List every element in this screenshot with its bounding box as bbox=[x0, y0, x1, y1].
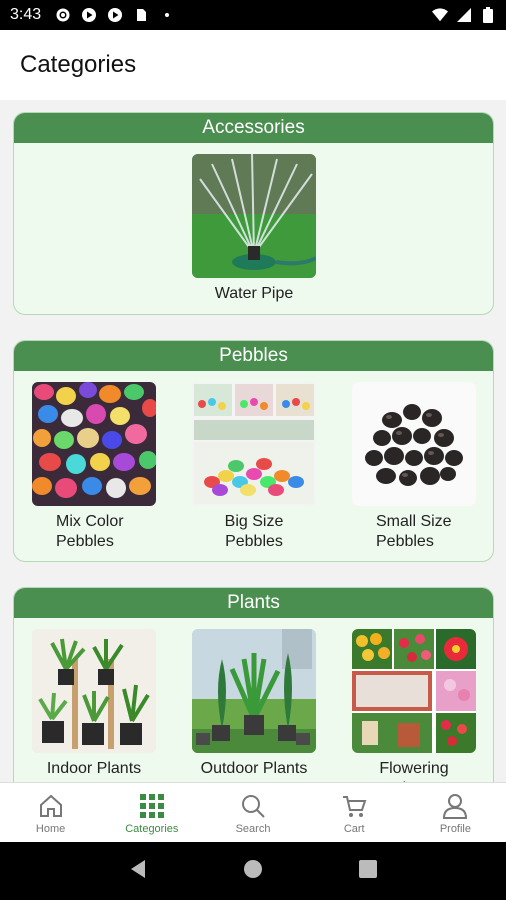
product-label: Big Size Pebbles bbox=[224, 513, 284, 550]
category-card-plants: Plants Indoor Plants Outdoor Plants Flow… bbox=[13, 587, 494, 782]
play-notification-icon bbox=[107, 7, 123, 23]
sim-card-icon bbox=[133, 7, 149, 23]
product-item-small-size-pebbles[interactable]: Small Size Pebbles bbox=[352, 382, 476, 552]
product-label: Indoor Plants bbox=[46, 760, 142, 777]
water-pipe-image bbox=[192, 154, 316, 278]
product-item-outdoor-plants[interactable]: Outdoor Plants bbox=[192, 629, 316, 779]
category-header: Plants bbox=[14, 588, 493, 618]
battery-icon bbox=[480, 7, 496, 23]
category-card-accessories: Accessories Water Pipe bbox=[13, 112, 494, 315]
grid-icon bbox=[137, 791, 167, 821]
nav-label: Profile bbox=[439, 822, 471, 835]
back-icon[interactable] bbox=[127, 858, 149, 885]
wifi-icon bbox=[432, 7, 448, 23]
nav-home[interactable]: Home bbox=[0, 783, 101, 842]
big-size-pebbles-image bbox=[192, 382, 316, 506]
product-label: Small Size Pebbles bbox=[376, 513, 452, 550]
product-item-mix-color-pebbles[interactable]: Mix Color Pebbles bbox=[32, 382, 156, 552]
product-item-flowering-plants[interactable]: Flowering Plants bbox=[352, 629, 476, 782]
settings-gear-icon bbox=[55, 7, 71, 23]
home-button-icon[interactable] bbox=[242, 858, 264, 885]
product-label: Outdoor Plants bbox=[200, 760, 308, 777]
flowering-plants-image bbox=[352, 629, 476, 753]
category-card-pebbles: Pebbles Mix Color Pebbles Big Size Pebbl… bbox=[13, 340, 494, 562]
nav-profile[interactable]: Profile bbox=[405, 783, 506, 842]
nav-search[interactable]: Search bbox=[202, 783, 303, 842]
system-navigation-bar bbox=[0, 842, 506, 900]
bottom-navigation: Home Categories Search Cart Profile bbox=[0, 782, 506, 842]
outdoor-plants-image bbox=[192, 629, 316, 753]
page-title: Categories bbox=[20, 51, 137, 78]
play-notification-icon bbox=[81, 7, 97, 23]
product-item-indoor-plants[interactable]: Indoor Plants bbox=[32, 629, 156, 779]
category-list[interactable]: Accessories Water Pipe Pebbles Mix Color… bbox=[0, 100, 506, 782]
product-item-water-pipe[interactable]: Water Pipe bbox=[192, 154, 316, 304]
profile-icon bbox=[440, 791, 470, 821]
indoor-plants-image bbox=[32, 629, 156, 753]
signal-icon bbox=[456, 7, 472, 23]
nav-label: Home bbox=[35, 822, 66, 835]
recents-icon[interactable] bbox=[357, 858, 379, 885]
cart-icon bbox=[339, 791, 369, 821]
nav-cart[interactable]: Cart bbox=[304, 783, 405, 842]
nav-label: Cart bbox=[343, 822, 365, 835]
category-header: Pebbles bbox=[14, 341, 493, 371]
product-label: Mix Color Pebbles bbox=[56, 513, 124, 550]
status-time: 3:43 bbox=[10, 6, 42, 23]
nav-categories[interactable]: Categories bbox=[101, 783, 202, 842]
search-icon bbox=[238, 791, 268, 821]
mix-color-pebbles-image bbox=[32, 382, 156, 506]
status-bar: 3:43 bbox=[0, 0, 506, 30]
small-size-pebbles-image bbox=[352, 382, 476, 506]
nav-label: Categories bbox=[125, 822, 179, 835]
product-item-big-size-pebbles[interactable]: Big Size Pebbles bbox=[192, 382, 316, 552]
product-label: Water Pipe bbox=[214, 285, 294, 302]
product-label: Flowering Plants bbox=[379, 760, 449, 782]
category-header: Accessories bbox=[14, 113, 493, 143]
nav-label: Search bbox=[235, 822, 271, 835]
home-icon bbox=[36, 791, 66, 821]
app-bar: Categories bbox=[0, 30, 506, 100]
dot-icon bbox=[159, 7, 175, 23]
